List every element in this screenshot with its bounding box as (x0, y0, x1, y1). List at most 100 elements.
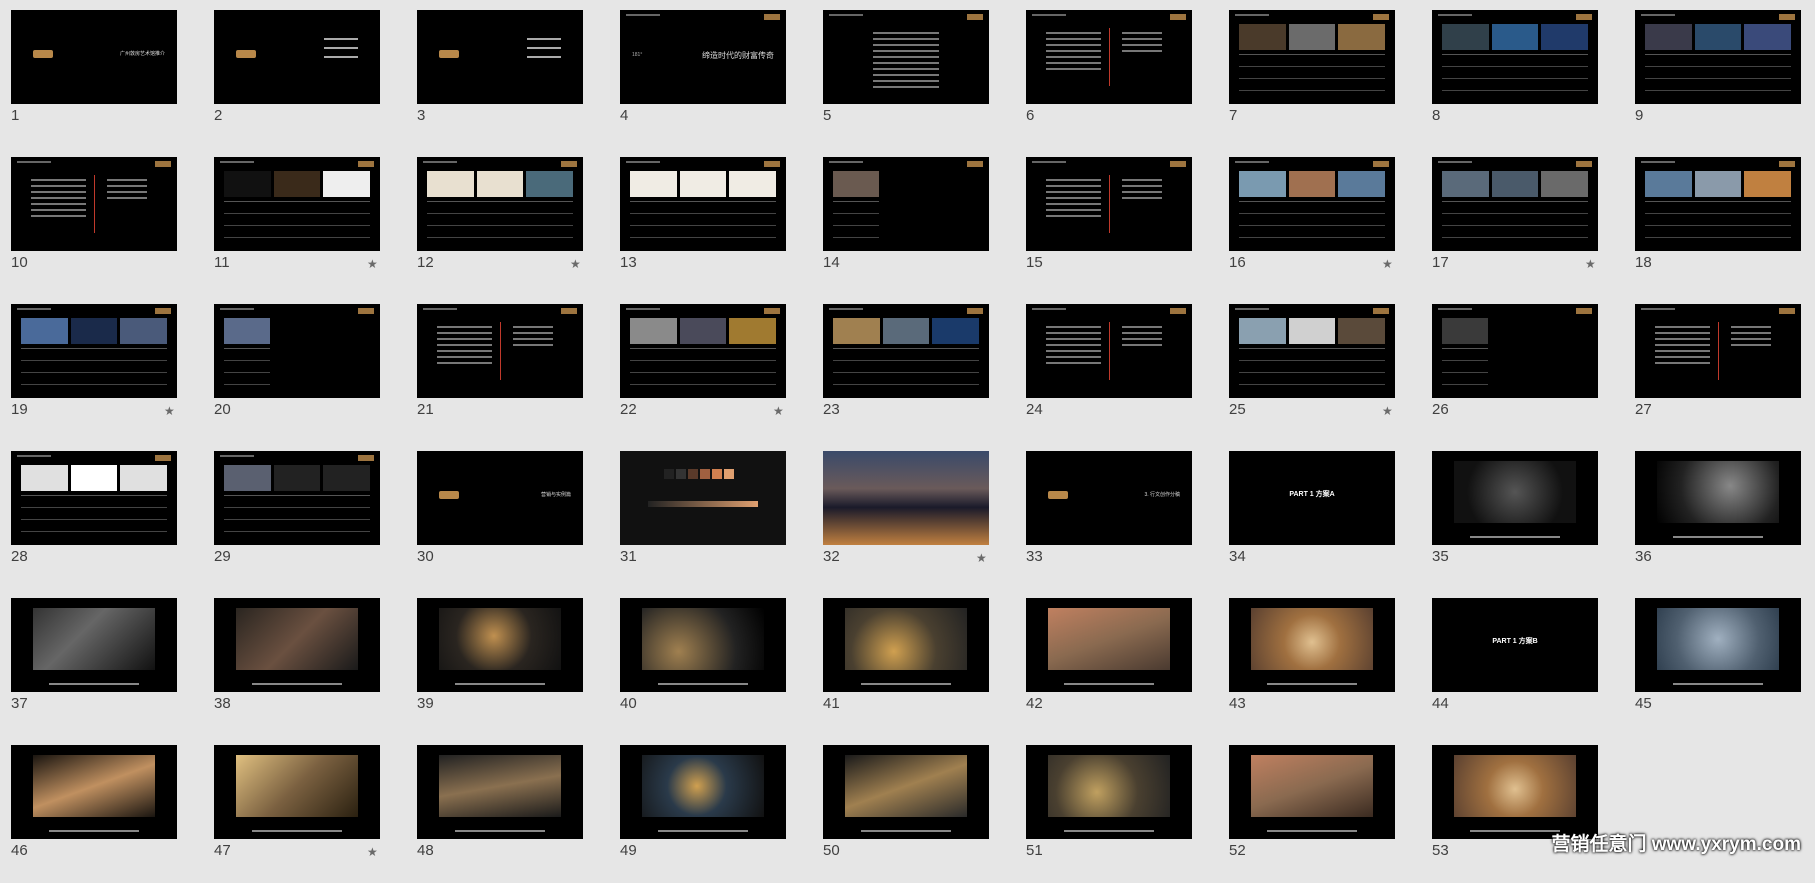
slide-thumbnail[interactable] (1635, 157, 1801, 251)
slide-thumbnail[interactable] (620, 745, 786, 839)
slide-thumbnail[interactable]: 广州敦房艺术馆推介 (11, 10, 177, 104)
slide-thumbnail[interactable] (1026, 304, 1192, 398)
slide-cell[interactable]: 11 ★ (204, 147, 407, 295)
slide-thumbnail[interactable] (823, 304, 989, 398)
slide-cell[interactable]: PART 1 方案B 44 (1422, 588, 1625, 736)
slide-thumbnail[interactable] (417, 745, 583, 839)
slide-cell[interactable]: 15 (1016, 147, 1219, 295)
slide-thumbnail[interactable] (1229, 157, 1395, 251)
slide-cell[interactable]: 16 ★ (1219, 147, 1422, 295)
slide-cell[interactable]: 26 (1422, 294, 1625, 442)
slide-thumbnail[interactable] (214, 598, 380, 692)
slide-thumbnail[interactable] (1432, 745, 1598, 839)
slide-cell[interactable]: 2 (204, 0, 407, 148)
slide-cell[interactable]: 17 ★ (1422, 147, 1625, 295)
slide-cell[interactable]: 营销与实例篇 30 (407, 441, 610, 589)
slide-thumbnail[interactable] (1026, 598, 1192, 692)
slide-thumbnail[interactable] (823, 745, 989, 839)
slide-thumbnail[interactable] (1635, 304, 1801, 398)
slide-cell[interactable]: 46 (1, 735, 204, 883)
slide-cell[interactable]: 27 (1625, 294, 1815, 442)
slide-cell[interactable]: 14 (813, 147, 1016, 295)
slide-cell[interactable]: 5 (813, 0, 1016, 148)
slide-cell[interactable]: 9 (1625, 0, 1815, 148)
slide-thumbnail[interactable] (620, 451, 786, 545)
slide-cell[interactable]: 21 (407, 294, 610, 442)
slide-thumbnail[interactable] (1432, 157, 1598, 251)
slide-cell[interactable]: 29 (204, 441, 407, 589)
slide-cell[interactable]: 39 (407, 588, 610, 736)
slide-cell[interactable]: 47 ★ (204, 735, 407, 883)
slide-cell[interactable]: 31 (610, 441, 813, 589)
slide-thumbnail[interactable] (417, 304, 583, 398)
slide-thumbnail[interactable] (1229, 745, 1395, 839)
slide-cell[interactable]: 48 (407, 735, 610, 883)
slide-cell[interactable]: 53 (1422, 735, 1625, 883)
slide-cell[interactable]: 45 (1625, 588, 1815, 736)
slide-cell[interactable]: 10 (1, 147, 204, 295)
slide-cell[interactable]: 52 (1219, 735, 1422, 883)
slide-cell[interactable]: PART 1 方案A 34 (1219, 441, 1422, 589)
slide-cell[interactable]: 6 (1016, 0, 1219, 148)
slide-thumbnail[interactable] (1026, 10, 1192, 104)
slide-thumbnail[interactable] (1635, 451, 1801, 545)
slide-cell[interactable]: 23 (813, 294, 1016, 442)
slide-cell[interactable]: 42 (1016, 588, 1219, 736)
slide-cell[interactable]: 49 (610, 735, 813, 883)
slide-thumbnail[interactable] (214, 745, 380, 839)
slide-thumbnail[interactable] (11, 157, 177, 251)
slide-thumbnail[interactable] (823, 451, 989, 545)
slide-cell[interactable]: 41 (813, 588, 1016, 736)
slide-thumbnail[interactable]: 3. 行文创作分稿 (1026, 451, 1192, 545)
slide-cell[interactable]: 28 (1, 441, 204, 589)
slide-cell[interactable]: 37 (1, 588, 204, 736)
slide-cell[interactable]: 43 (1219, 588, 1422, 736)
slide-thumbnail[interactable] (417, 157, 583, 251)
slide-thumbnail[interactable] (620, 304, 786, 398)
slide-cell[interactable]: 40 (610, 588, 813, 736)
slide-cell[interactable]: 13 (610, 147, 813, 295)
slide-thumbnail[interactable]: PART 1 方案B (1432, 598, 1598, 692)
slide-cell[interactable]: 7 (1219, 0, 1422, 148)
slide-thumbnail[interactable] (823, 157, 989, 251)
slide-thumbnail[interactable]: PART 1 方案A (1229, 451, 1395, 545)
slide-thumbnail[interactable] (417, 10, 583, 104)
slide-thumbnail[interactable] (1026, 157, 1192, 251)
slide-cell[interactable]: 36 (1625, 441, 1815, 589)
slide-thumbnail[interactable] (823, 598, 989, 692)
slide-thumbnail[interactable] (823, 10, 989, 104)
slide-thumbnail[interactable] (11, 451, 177, 545)
slide-thumbnail[interactable]: 181° 缔造时代的财富传奇 (620, 10, 786, 104)
slide-thumbnail[interactable]: 营销与实例篇 (417, 451, 583, 545)
slide-cell[interactable]: 3. 行文创作分稿 33 (1016, 441, 1219, 589)
slide-cell[interactable]: 25 ★ (1219, 294, 1422, 442)
slide-thumbnail[interactable] (1432, 304, 1598, 398)
slide-cell[interactable]: 51 (1016, 735, 1219, 883)
slide-thumbnail[interactable] (1229, 10, 1395, 104)
slide-cell[interactable]: 24 (1016, 294, 1219, 442)
slide-thumbnail[interactable] (1635, 598, 1801, 692)
slide-cell[interactable]: 50 (813, 735, 1016, 883)
slide-thumbnail[interactable] (417, 598, 583, 692)
slide-thumbnail[interactable] (1229, 304, 1395, 398)
slide-thumbnail[interactable] (11, 598, 177, 692)
slide-thumbnail[interactable] (214, 10, 380, 104)
slide-thumbnail[interactable] (620, 598, 786, 692)
slide-cell[interactable]: 38 (204, 588, 407, 736)
slide-cell[interactable]: 22 ★ (610, 294, 813, 442)
slide-cell[interactable]: 32 ★ (813, 441, 1016, 589)
slide-thumbnail[interactable] (1026, 745, 1192, 839)
slide-thumbnail[interactable] (11, 304, 177, 398)
slide-cell[interactable]: 19 ★ (1, 294, 204, 442)
slide-thumbnail[interactable] (11, 745, 177, 839)
slide-thumbnail[interactable] (1432, 451, 1598, 545)
slide-cell[interactable]: 181° 缔造时代的财富传奇 4 (610, 0, 813, 148)
slide-cell[interactable]: 20 (204, 294, 407, 442)
slide-cell[interactable]: 3 (407, 0, 610, 148)
slide-thumbnail[interactable] (214, 304, 380, 398)
slide-thumbnail[interactable] (214, 451, 380, 545)
slide-cell[interactable]: 12 ★ (407, 147, 610, 295)
slide-thumbnail[interactable] (620, 157, 786, 251)
slide-thumbnail[interactable] (1229, 598, 1395, 692)
slide-thumbnail[interactable] (1432, 10, 1598, 104)
